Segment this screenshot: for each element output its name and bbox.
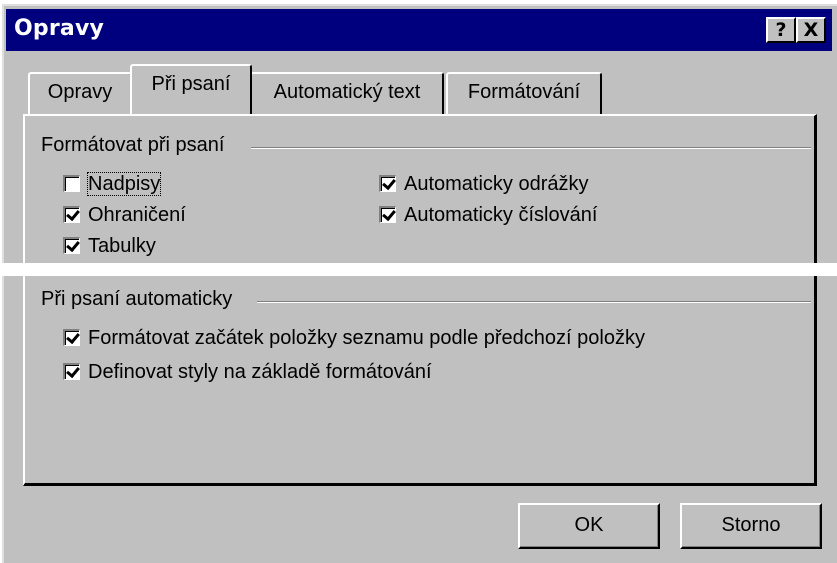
close-icon: X (803, 19, 819, 41)
checkbox-box[interactable] (63, 363, 80, 380)
checkbox-ohraniceni[interactable]: Ohraničení (63, 203, 186, 227)
checkbox-tabulky[interactable]: Tabulky (63, 234, 156, 258)
checkbox-label: Ohraničení (88, 204, 186, 226)
tab-panel: Formátovat při psaní Nadpisy Ohraničení … (23, 114, 817, 486)
checkbox-nadpisy[interactable]: Nadpisy (63, 172, 162, 196)
checkbox-label: Tabulky (88, 235, 156, 257)
checkbox-label: Nadpisy (86, 172, 162, 196)
checkbox-box[interactable] (379, 175, 396, 192)
help-icon: ? (775, 19, 787, 41)
checkbox-box[interactable] (63, 175, 80, 192)
cancel-label: Storno (721, 514, 781, 536)
group-divider (257, 301, 811, 303)
checkbox-automaticky-cislovani[interactable]: Automaticky číslování (379, 203, 597, 227)
checkbox-box[interactable] (379, 206, 396, 223)
ok-button[interactable]: OK (518, 503, 660, 549)
tab-opravy[interactable]: Opravy (28, 72, 132, 114)
close-button[interactable]: X (796, 17, 826, 43)
title-bar[interactable]: Opravy ? X (6, 9, 832, 51)
group-format-while-typing-label: Formátovat při psaní (41, 134, 233, 157)
tab-label: Formátování (467, 81, 581, 103)
tab-formatovani[interactable]: Formátování (446, 72, 602, 114)
checkbox-label: Automaticky odrážky (404, 173, 589, 195)
window-title: Opravy (14, 16, 105, 41)
checkbox-define-styles[interactable]: Definovat styly na základě formátování (63, 360, 432, 384)
ok-label: OK (574, 514, 604, 536)
tab-label: Opravy (47, 81, 113, 103)
tab-pri-psani[interactable]: Při psaní (130, 64, 252, 114)
checkbox-box[interactable] (63, 237, 80, 254)
checkbox-label: Formátovat začátek položky seznamu podle… (88, 327, 645, 349)
group-auto-while-typing-label: Při psaní automaticky (41, 288, 241, 311)
checkbox-box[interactable] (63, 206, 80, 223)
tab-label: Automatický text (273, 81, 421, 103)
checkbox-automaticky-odrazky[interactable]: Automaticky odrážky (379, 172, 589, 196)
image-gap (0, 263, 837, 276)
tab-label: Při psaní (151, 73, 231, 95)
group-divider (251, 147, 811, 149)
checkbox-label: Definovat styly na základě formátování (88, 361, 432, 383)
cancel-button[interactable]: Storno (680, 503, 822, 549)
tab-automaticky-text[interactable]: Automatický text (250, 72, 444, 114)
help-button[interactable]: ? (766, 17, 796, 43)
checkbox-box[interactable] (63, 329, 80, 346)
checkbox-format-list-start[interactable]: Formátovat začátek položky seznamu podle… (63, 326, 645, 350)
checkbox-label: Automaticky číslování (404, 204, 598, 226)
